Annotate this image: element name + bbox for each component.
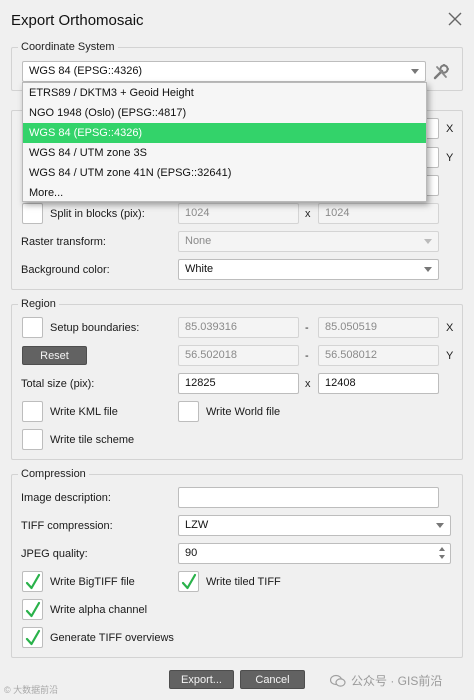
raster-transform-label: Raster transform:: [21, 236, 106, 248]
checkmark-icon: [25, 601, 41, 618]
crs-select[interactable]: WGS 84 (EPSG::4326): [22, 61, 426, 82]
jpeg-quality-label: JPEG quality:: [21, 548, 88, 560]
crs-option[interactable]: WGS 84 / UTM zone 3S: [23, 143, 426, 163]
background-color-value: White: [185, 263, 214, 275]
crs-select-value: WGS 84 (EPSG::4326): [29, 65, 143, 77]
split-block-width-input[interactable]: 1024: [178, 203, 299, 224]
crs-option-selected[interactable]: WGS 84 (EPSG::4326): [23, 123, 426, 143]
split-block-height-input[interactable]: 1024: [318, 203, 439, 224]
crs-option[interactable]: ETRS89 / DKTM3 + Geoid Height: [23, 83, 426, 103]
tiff-compression-label: TIFF compression:: [21, 520, 113, 532]
background-color-label: Background color:: [21, 264, 110, 276]
watermark-right-text: 公众号 · GIS前沿: [351, 674, 443, 688]
split-blocks-label: Split in blocks (pix):: [50, 208, 145, 220]
pixel-size-x-axis: X: [446, 123, 454, 135]
write-tiled-tiff-label: Write tiled TIFF: [206, 576, 281, 588]
region-x-dash: -: [305, 322, 309, 334]
watermark-left: © 大数据前沿: [4, 685, 59, 695]
spin-down-icon[interactable]: [439, 555, 445, 559]
close-icon[interactable]: [446, 10, 464, 28]
write-kml-checkbox[interactable]: [22, 401, 43, 422]
image-description-label: Image description:: [21, 492, 111, 504]
write-tile-scheme-label: Write tile scheme: [50, 434, 135, 446]
background-color-select[interactable]: White: [178, 259, 439, 280]
region-y-min-input[interactable]: 56.502018: [178, 345, 299, 366]
region-x-max-input[interactable]: 85.050519: [318, 317, 439, 338]
coordinate-system-legend: Coordinate System: [18, 41, 118, 53]
total-x-separator: x: [305, 378, 311, 390]
write-alpha-checkbox[interactable]: [22, 599, 43, 620]
crs-option[interactable]: WGS 84 / UTM zone 41N (EPSG::32641): [23, 163, 426, 183]
crs-option[interactable]: NGO 1948 (Oslo) (EPSG::4817): [23, 103, 426, 123]
split-blocks-checkbox[interactable]: [22, 203, 43, 224]
watermark-right: 公众号 · GIS前沿: [330, 672, 442, 689]
write-tile-scheme-checkbox[interactable]: [22, 429, 43, 450]
wechat-icon: [330, 674, 346, 687]
generate-overviews-checkbox[interactable]: [22, 627, 43, 648]
crs-option-more[interactable]: More...: [23, 183, 426, 203]
compression-legend: Compression: [18, 468, 89, 480]
pixel-size-y-axis: Y: [446, 152, 454, 164]
total-height-input[interactable]: 12408: [318, 373, 439, 394]
total-width-input[interactable]: 12825: [178, 373, 299, 394]
spin-up-icon[interactable]: [439, 547, 445, 551]
checkmark-icon: [25, 573, 41, 590]
split-x-separator: x: [305, 208, 311, 220]
write-kml-label: Write KML file: [50, 406, 118, 418]
generate-overviews-label: Generate TIFF overviews: [50, 632, 174, 644]
raster-transform-select[interactable]: None: [178, 231, 439, 252]
checkmark-icon: [181, 573, 197, 590]
dialog-title: Export Orthomosaic: [11, 12, 144, 29]
region-x-axis: X: [446, 322, 454, 334]
region-x-min-input[interactable]: 85.039316: [178, 317, 299, 338]
total-size-label: Total size (pix):: [21, 378, 95, 390]
export-button[interactable]: Export...: [169, 670, 234, 689]
chevron-down-icon: [411, 69, 419, 74]
region-legend: Region: [18, 298, 59, 310]
settings-tools-icon[interactable]: [431, 62, 451, 82]
tiff-compression-select[interactable]: LZW: [178, 515, 451, 536]
chevron-down-icon: [424, 267, 432, 272]
tiff-compression-value: LZW: [185, 519, 209, 531]
image-description-input[interactable]: [178, 487, 439, 508]
write-bigtiff-label: Write BigTIFF file: [50, 576, 135, 588]
reset-button[interactable]: Reset: [22, 346, 87, 365]
cancel-button[interactable]: Cancel: [240, 670, 305, 689]
write-bigtiff-checkbox[interactable]: [22, 571, 43, 592]
chevron-down-icon: [424, 239, 432, 244]
write-alpha-label: Write alpha channel: [50, 604, 148, 616]
setup-boundaries-label: Setup boundaries:: [50, 322, 140, 334]
jpeg-quality-spinbox[interactable]: 90: [178, 543, 451, 564]
region-y-max-input[interactable]: 56.508012: [318, 345, 439, 366]
write-tiled-tiff-checkbox[interactable]: [178, 571, 199, 592]
region-y-axis: Y: [446, 350, 454, 362]
raster-transform-value: None: [185, 235, 212, 247]
jpeg-quality-value: 90: [185, 547, 198, 559]
write-world-label: Write World file: [206, 406, 281, 418]
setup-boundaries-checkbox[interactable]: [22, 317, 43, 338]
write-world-checkbox[interactable]: [178, 401, 199, 422]
region-y-dash: -: [305, 350, 309, 362]
chevron-down-icon: [436, 523, 444, 528]
crs-dropdown-list: ETRS89 / DKTM3 + Geoid Height NGO 1948 (…: [22, 82, 427, 202]
checkmark-icon: [25, 629, 41, 646]
